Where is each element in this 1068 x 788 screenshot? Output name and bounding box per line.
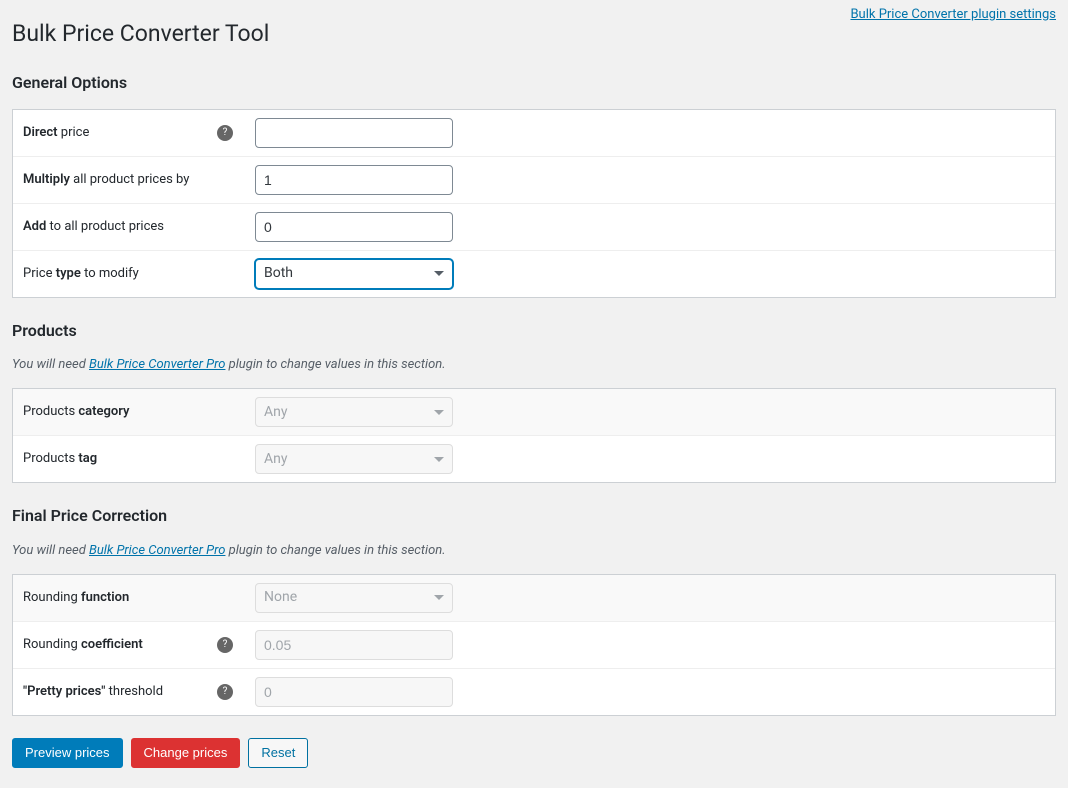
label-multiply: Multiply all product prices by [23, 171, 235, 189]
section-final: Rounding function None Rounding coeffici… [12, 574, 1056, 716]
section-products: Products category Any Products tag Any [12, 388, 1056, 483]
select-products-category-value: Any [264, 403, 288, 423]
preview-button[interactable]: Preview prices [12, 738, 123, 768]
products-note: You will need Bulk Price Converter Pro p… [12, 356, 1056, 374]
row-direct-price: Direct price ? [13, 110, 1055, 157]
row-multiply: Multiply all product prices by [13, 157, 1055, 204]
select-products-tag: Any [255, 444, 453, 474]
change-button[interactable]: Change prices [131, 738, 241, 768]
row-rounding-coefficient: Rounding coefficient ? [13, 622, 1055, 669]
section-general: Direct price ? Multiply all product pric… [12, 109, 1056, 298]
final-note: You will need Bulk Price Converter Pro p… [12, 542, 1056, 560]
label-rounding-function: Rounding function [23, 589, 235, 607]
label-rounding-coefficient: Rounding coefficient [23, 636, 217, 654]
help-icon[interactable]: ? [217, 125, 233, 141]
row-products-tag: Products tag Any [13, 436, 1055, 482]
pro-link[interactable]: Bulk Price Converter Pro [89, 543, 225, 558]
row-add: Add to all product prices [13, 204, 1055, 251]
select-products-category: Any [255, 397, 453, 427]
input-pretty-prices [255, 677, 453, 707]
row-price-type: Price type to modify Both [13, 251, 1055, 297]
row-rounding-function: Rounding function None [13, 575, 1055, 622]
chevron-down-icon [434, 271, 444, 276]
help-icon[interactable]: ? [217, 684, 233, 700]
section-general-title: General Options [12, 72, 1056, 94]
input-multiply[interactable] [255, 165, 453, 195]
help-icon[interactable]: ? [217, 637, 233, 653]
pro-link[interactable]: Bulk Price Converter Pro [89, 357, 225, 372]
input-rounding-coefficient [255, 630, 453, 660]
section-products-title: Products [12, 320, 1056, 342]
input-add[interactable] [255, 212, 453, 242]
select-products-tag-value: Any [264, 450, 288, 470]
select-rounding-function: None [255, 583, 453, 613]
chevron-down-icon [434, 410, 444, 415]
label-price-type: Price type to modify [23, 265, 235, 283]
select-price-type[interactable]: Both [255, 259, 453, 289]
row-products-category: Products category Any [13, 389, 1055, 436]
label-add: Add to all product prices [23, 218, 235, 236]
select-rounding-function-value: None [264, 588, 297, 608]
chevron-down-icon [434, 595, 444, 600]
reset-button[interactable]: Reset [248, 738, 308, 768]
label-products-category: Products category [23, 403, 235, 421]
label-direct-price: Direct price [23, 124, 217, 142]
label-products-tag: Products tag [23, 450, 235, 468]
select-price-type-value: Both [264, 264, 293, 284]
label-pretty-prices: "Pretty prices" threshold [23, 683, 217, 701]
section-final-title: Final Price Correction [12, 505, 1056, 527]
row-pretty-prices: "Pretty prices" threshold ? [13, 669, 1055, 715]
input-direct-price[interactable] [255, 118, 453, 148]
settings-link[interactable]: Bulk Price Converter plugin settings [850, 7, 1056, 22]
button-row: Preview prices Change prices Reset [12, 738, 1056, 768]
chevron-down-icon [434, 457, 444, 462]
